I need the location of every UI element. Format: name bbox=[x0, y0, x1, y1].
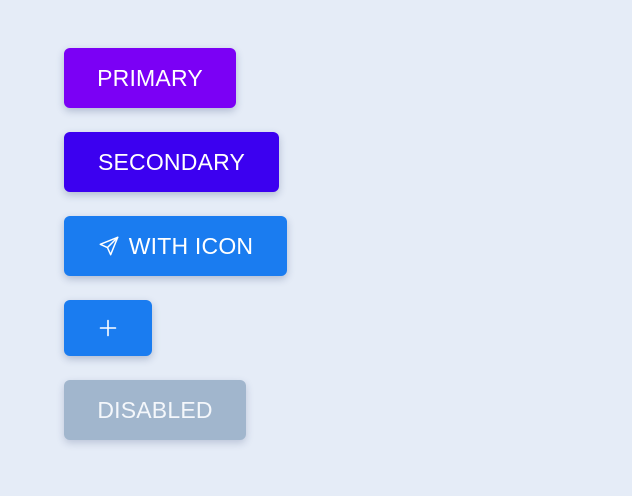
with-icon-button[interactable]: WITH ICON bbox=[64, 216, 287, 276]
add-button[interactable] bbox=[64, 300, 152, 356]
send-icon bbox=[98, 235, 120, 257]
secondary-button[interactable]: SECONDARY bbox=[64, 132, 279, 192]
plus-icon bbox=[98, 318, 118, 338]
with-icon-button-label: WITH ICON bbox=[128, 232, 254, 259]
disabled-button: DISABLED bbox=[64, 380, 246, 440]
primary-button[interactable]: PRIMARY bbox=[64, 48, 236, 108]
